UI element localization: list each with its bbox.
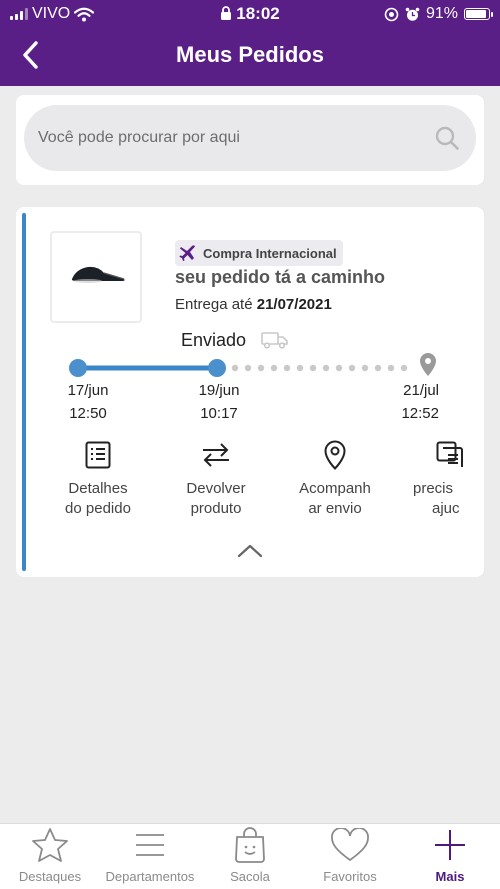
timeline-pending-dot xyxy=(283,364,291,372)
timeline-pending-dot xyxy=(296,364,304,372)
need-help-label-1: precis xyxy=(413,480,454,497)
track-shipment-label-1: Acompanh xyxy=(299,480,371,497)
rotation-lock-icon xyxy=(384,7,399,21)
status-time: 18:02 xyxy=(236,4,280,23)
lock-icon xyxy=(221,6,232,20)
tab-departamentos-label: Departamentos xyxy=(105,869,195,884)
page-title: Meus Pedidos xyxy=(176,42,324,67)
plus-icon xyxy=(435,830,465,860)
timeline-pending-dot xyxy=(361,364,369,372)
timeline-pending-dot xyxy=(309,364,317,372)
alarm-icon xyxy=(405,7,420,21)
battery-icon xyxy=(464,8,493,20)
return-product-button[interactable]: Devolver produto xyxy=(166,439,266,519)
search-icon[interactable] xyxy=(434,125,460,151)
order-card[interactable]: Compra Internacional seu pedido tá a cam… xyxy=(16,207,484,577)
app-header: VIVO 18:02 91% Meus Pedidos xyxy=(0,0,500,86)
swap-icon xyxy=(203,443,229,467)
status-bar: VIVO 18:02 91% xyxy=(0,0,500,28)
track-shipment-label-2: ar envio xyxy=(308,500,362,517)
timeline-pending-dot xyxy=(348,364,356,372)
return-product-label-2: produto xyxy=(190,500,242,517)
tab-destaques[interactable]: Destaques xyxy=(0,824,100,889)
timeline-pending-dot xyxy=(400,364,408,372)
order-details-label-2: do pedido xyxy=(65,500,131,517)
tab-favoritos-label: Favoritos xyxy=(323,869,377,884)
chat-icon xyxy=(436,441,463,467)
location-pin-icon xyxy=(420,353,436,376)
order-details-button[interactable]: Detalhes do pedido xyxy=(48,439,148,519)
timeline-pending-dot xyxy=(244,364,252,372)
need-help-label-2: ajuc xyxy=(432,500,460,517)
timeline-pending-dot xyxy=(335,364,343,372)
timeline-node-2 xyxy=(208,359,226,377)
tab-mais-label: Mais xyxy=(435,869,465,884)
search-card: Você pode procurar por aqui xyxy=(16,95,484,185)
timeline-node-1 xyxy=(69,359,87,377)
timeline-date-2: 19/jun xyxy=(198,382,240,399)
collapse-button[interactable] xyxy=(235,541,265,561)
return-product-label-1: Devolver xyxy=(186,480,246,497)
timeline-pending-dot xyxy=(374,364,382,372)
order-details-label-1: Detalhes xyxy=(68,480,128,497)
menu-icon xyxy=(136,834,164,856)
bottom-tab-bar: Destaques Departamentos Sacola Favoritos xyxy=(0,823,500,889)
timeline-dots-pending xyxy=(231,364,408,372)
timeline-time-1: 12:50 xyxy=(69,405,107,422)
timeline-time-3: 12:52 xyxy=(401,405,439,422)
tab-favoritos[interactable]: Favoritos xyxy=(300,824,400,889)
star-icon xyxy=(32,828,68,862)
tab-departamentos[interactable]: Departamentos xyxy=(100,824,200,889)
tab-destaques-label: Destaques xyxy=(18,869,82,884)
timeline-pending-dot xyxy=(231,364,239,372)
timeline-pending-dot xyxy=(387,364,395,372)
timeline-pending-dot xyxy=(257,364,265,372)
need-help-button[interactable]: precis ajuc xyxy=(396,439,484,519)
timeline-date-1: 17/jun xyxy=(67,382,109,399)
chevron-up-icon xyxy=(237,544,263,558)
status-right: 91% xyxy=(384,5,493,23)
timeline-time-2: 10:17 xyxy=(200,405,238,422)
battery-percent: 91% xyxy=(425,5,458,22)
track-shipment-button[interactable]: Acompanh ar envio xyxy=(285,439,385,519)
tab-sacola[interactable]: Sacola xyxy=(200,824,300,889)
location-pin-icon xyxy=(324,440,346,470)
tab-mais[interactable]: Mais xyxy=(400,824,500,889)
heart-icon xyxy=(331,828,369,862)
search-input[interactable]: Você pode procurar por aqui xyxy=(24,105,476,171)
timeline-pending-dot xyxy=(270,364,278,372)
timeline-pending-dot xyxy=(322,364,330,372)
search-placeholder: Você pode procurar por aqui xyxy=(38,129,240,146)
bag-icon xyxy=(235,827,265,863)
timeline-date-3: 21/jul xyxy=(403,382,439,399)
list-icon xyxy=(85,441,111,469)
tab-sacola-label: Sacola xyxy=(230,869,270,884)
